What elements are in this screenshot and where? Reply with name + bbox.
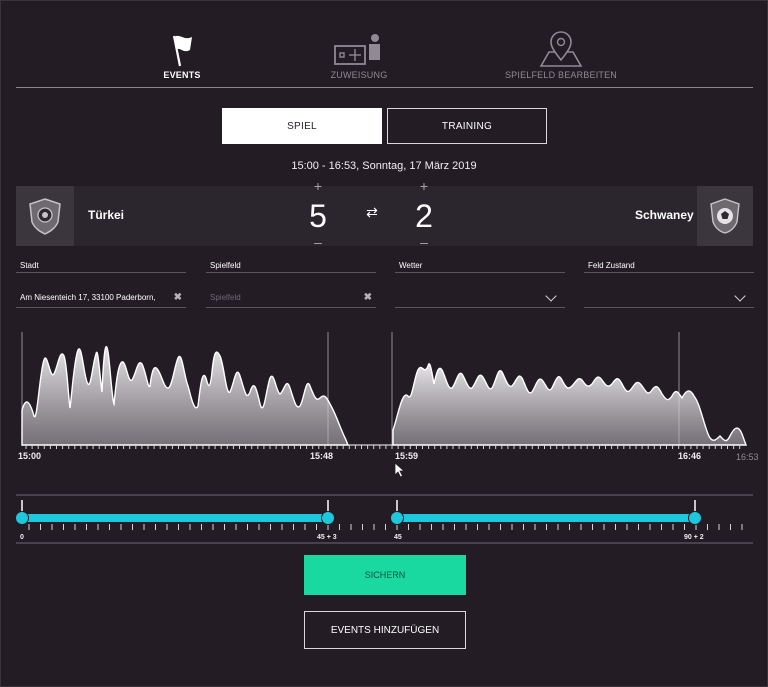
clear-stadt-icon[interactable]: ✖ — [174, 292, 182, 303]
shield-icon — [29, 198, 61, 235]
home-team-crest — [16, 186, 74, 246]
clear-spielfeld-icon[interactable]: ✖ — [364, 292, 372, 303]
nav-spielfeld-bearbeiten-label: SPIELFELD BEARBEITEN — [504, 70, 618, 80]
second-half-activity-area — [392, 363, 747, 446]
home-score: 5 — [309, 198, 327, 234]
wetter-label: Wetter — [399, 261, 423, 270]
first-half-start-time: 15:00 — [18, 451, 42, 461]
add-events-button[interactable]: EVENTS HINZUFÜGEN — [304, 611, 466, 649]
first-half-slider-range[interactable] — [22, 514, 328, 522]
home-team-name: Türkei — [88, 208, 125, 222]
training-toggle-button[interactable]: TRAINING — [387, 108, 547, 144]
nav-events-label: EVENTS — [163, 70, 201, 80]
stadt-label: Stadt — [20, 261, 39, 270]
nav-zuweisung-label: ZUWEISUNG — [330, 70, 388, 80]
home-score-increment[interactable]: + — [308, 178, 328, 194]
assignment-icon — [334, 34, 380, 65]
spielfeld-label: Spielfeld — [210, 261, 241, 270]
feld-zustand-select[interactable] — [584, 288, 754, 308]
feld-zustand-label-line — [584, 272, 754, 273]
second-half-start-time: 15:59 — [395, 451, 419, 461]
nav-events[interactable]: EVENTS — [117, 28, 247, 80]
home-score-decrement[interactable]: – — [308, 234, 328, 250]
match-end-time: 16:53 — [736, 452, 759, 462]
first-half-start-handle[interactable] — [15, 511, 29, 525]
nav-divider — [16, 87, 753, 88]
stadt-label-line — [16, 272, 186, 273]
feld-zustand-chevron-down-icon — [734, 289, 746, 302]
first-half-max-label: 45 + 3 — [317, 534, 337, 541]
football-crest-icon — [710, 198, 740, 234]
nav-spielfeld-bearbeiten[interactable]: SPIELFELD BEARBEITEN — [496, 28, 626, 80]
first-half-min-label: 0 — [20, 534, 24, 541]
spiel-toggle-button[interactable]: SPIEL — [222, 108, 382, 144]
spielfeld-input[interactable]: Spielfeld ✖ — [206, 288, 376, 308]
away-team-name: Schwaney — [635, 208, 694, 222]
wetter-select[interactable] — [395, 288, 565, 308]
slider-ticks — [28, 524, 743, 530]
first-half-end-time: 15:48 — [310, 451, 334, 461]
second-half-end-time: 16:46 — [678, 451, 702, 461]
away-team-crest — [697, 186, 753, 246]
away-score: 2 — [415, 198, 433, 234]
second-half-max-label: 90 + 2 — [684, 534, 704, 541]
second-half-min-label: 45 — [394, 534, 402, 541]
match-datetime: 15:00 - 16:53, Sonntag, 17 März 2019 — [291, 160, 477, 172]
save-button[interactable]: SICHERN — [304, 555, 466, 595]
stadt-value: Am Niesenteich 17, 33100 Paderborn, — [20, 293, 156, 302]
flag-icon — [172, 35, 192, 67]
second-half-slider-range[interactable] — [397, 514, 695, 522]
wetter-label-line — [395, 272, 565, 273]
swap-teams-icon[interactable]: ⇄ — [362, 204, 382, 221]
wetter-chevron-down-icon — [545, 289, 557, 302]
stadt-input[interactable]: Am Niesenteich 17, 33100 Paderborn, ✖ — [16, 288, 186, 308]
second-half-start-handle[interactable] — [390, 511, 404, 525]
first-half-end-handle[interactable] — [321, 511, 335, 525]
away-score-increment[interactable]: + — [414, 178, 434, 194]
map-pin-icon — [539, 31, 583, 67]
first-half-activity-area — [21, 346, 350, 446]
nav-zuweisung[interactable]: ZUWEISUNG — [294, 28, 424, 80]
feld-zustand-label: Feld Zustand — [588, 261, 635, 270]
activity-timeline — [15, 332, 753, 544]
away-score-decrement[interactable]: – — [414, 234, 434, 250]
mouse-cursor-icon — [394, 462, 406, 478]
second-half-end-handle[interactable] — [688, 511, 702, 525]
spielfeld-placeholder: Spielfeld — [210, 293, 241, 302]
spielfeld-label-line — [206, 272, 376, 273]
